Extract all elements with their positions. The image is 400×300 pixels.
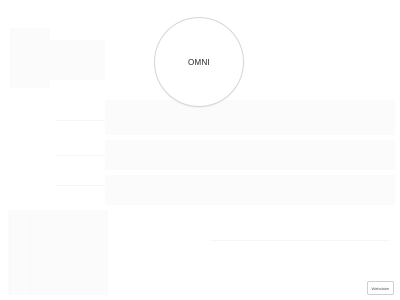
background-panel-left-bottom [8, 210, 108, 295]
background-line [55, 120, 105, 121]
background-line [210, 240, 390, 241]
corner-button[interactable]: Webclaim [366, 281, 394, 295]
page: OMNI Webclaim [0, 0, 400, 300]
background-line [55, 185, 105, 186]
background-band-2 [105, 140, 395, 170]
background-panel-left-mid [50, 40, 105, 80]
background-vline [30, 215, 31, 295]
background-line [55, 155, 105, 156]
background-vline [10, 215, 11, 295]
background-band-3 [105, 175, 395, 205]
logo-circle[interactable]: OMNI [155, 18, 243, 106]
background-band-1 [105, 100, 395, 135]
logo-text: OMNI [187, 57, 211, 67]
background-panel-left-top [10, 28, 50, 88]
